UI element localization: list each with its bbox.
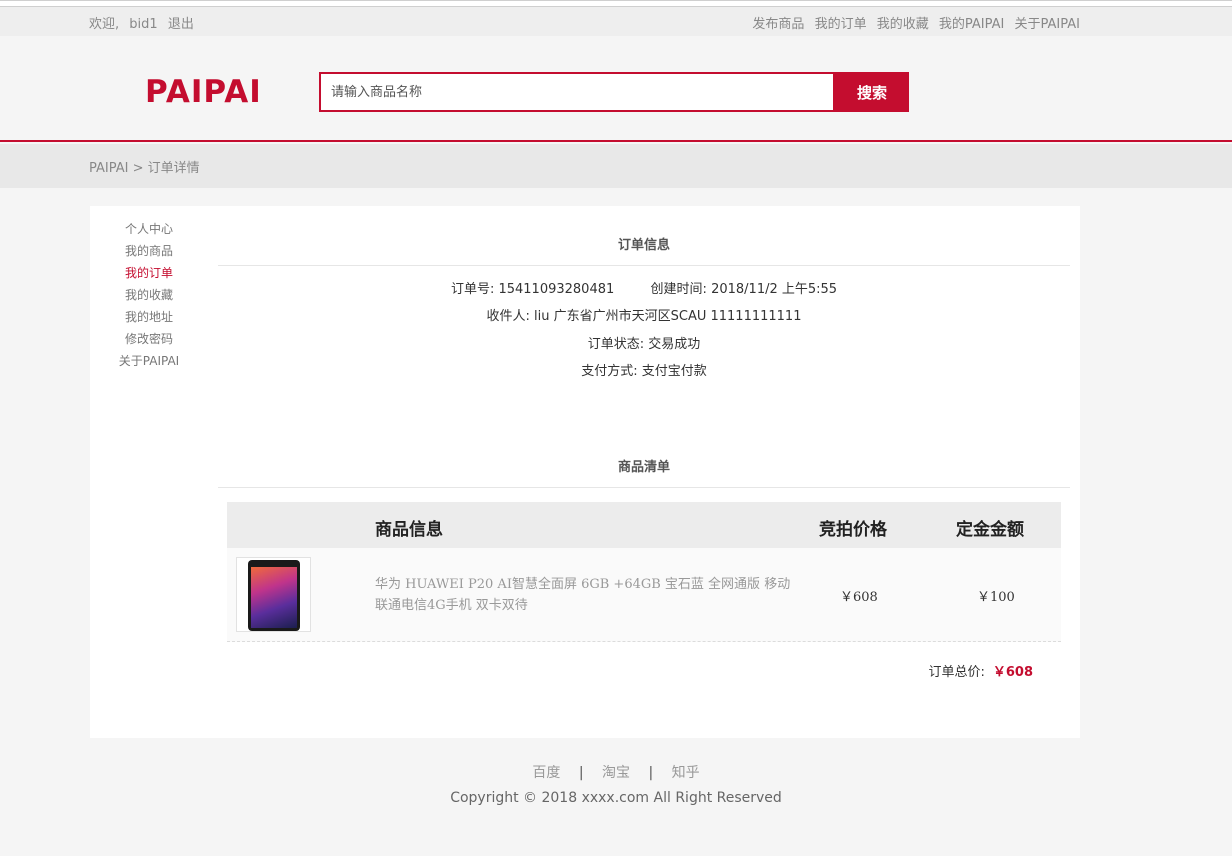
goods-table: 商品信息 竞拍价格 定金金额 华为 HUAWEI P20 AI智慧全面屏 6GB… — [227, 502, 1061, 642]
footer-links: 百度 | 淘宝 | 知乎 — [0, 762, 1232, 782]
sidenav-item-my-address[interactable]: 我的地址 — [90, 306, 208, 328]
username[interactable]: bid1 — [129, 17, 157, 32]
receiver-value: liu 广东省广州市天河区SCAU 11111111111 — [534, 309, 802, 324]
order-info-title: 订单信息 — [218, 234, 1070, 266]
receiver-label: 收件人: — [486, 309, 530, 324]
col-header-deposit: 定金金额 — [956, 520, 1024, 540]
goods-list-title: 商品清单 — [218, 456, 1070, 488]
side-nav: 个人中心 我的商品 我的订单 我的收藏 我的地址 修改密码 关于PAIPAI — [90, 218, 208, 372]
phone-icon — [248, 560, 300, 631]
sidenav-item-my-goods[interactable]: 我的商品 — [90, 240, 208, 262]
footer-separator: | — [578, 765, 584, 781]
order-number-label: 订单号: — [450, 282, 495, 297]
order-total-label: 订单总价: — [928, 665, 985, 680]
logout-link[interactable]: 退出 — [168, 17, 194, 32]
breadcrumb-bar: PAIPAI > 订单详情 — [0, 144, 1232, 188]
search-button[interactable]: 搜索 — [835, 72, 909, 112]
payment-method-label: 支付方式: — [581, 364, 638, 379]
top-link-my-favorites[interactable]: 我的收藏 — [877, 17, 929, 32]
payment-method-value: 支付宝付款 — [641, 364, 707, 379]
top-bar: 欢迎, bid1 退出 发布商品 我的订单 我的收藏 我的PAIPAI 关于PA… — [0, 7, 1232, 36]
top-link-publish[interactable]: 发布商品 — [752, 17, 804, 32]
product-bid-price: ￥608 — [840, 590, 878, 605]
col-header-bid-price: 竞拍价格 — [819, 520, 887, 540]
phone-product-image[interactable] — [236, 557, 311, 632]
order-number-line: 订单号: 15411093280481 创建时间: 2018/11/2 上午5:… — [218, 278, 1070, 297]
top-link-my-orders[interactable]: 我的订单 — [815, 17, 867, 32]
created-time-label: 创建时间: — [650, 282, 707, 297]
content-panel: 个人中心 我的商品 我的订单 我的收藏 我的地址 修改密码 关于PAIPAI 订… — [90, 206, 1080, 738]
order-status-line: 订单状态: 交易成功 — [218, 333, 1070, 352]
sidenav-item-change-password[interactable]: 修改密码 — [90, 328, 208, 350]
site-logo[interactable]: PAIPAI — [145, 74, 262, 110]
sidenav-item-my-orders[interactable]: 我的订单 — [90, 262, 208, 284]
product-name[interactable]: 华为 HUAWEI P20 AI智慧全面屏 6GB +64GB 宝石蓝 全网通版… — [375, 574, 795, 616]
footer-link-taobao[interactable]: 淘宝 — [602, 765, 630, 781]
sidenav-item-my-favorites[interactable]: 我的收藏 — [90, 284, 208, 306]
product-deposit: ￥100 — [977, 590, 1015, 605]
footer-link-zhihu[interactable]: 知乎 — [672, 765, 700, 781]
order-total-value: ￥608 — [992, 665, 1033, 680]
top-nav: 发布商品 我的订单 我的收藏 我的PAIPAI 关于PAIPAI — [746, 13, 1080, 32]
goods-table-header: 商品信息 竞拍价格 定金金额 — [227, 502, 1061, 548]
search-box — [319, 72, 835, 112]
created-time-value: 2018/11/2 上午5:55 — [711, 282, 838, 297]
footer-separator: | — [648, 765, 654, 781]
order-status-value: 交易成功 — [648, 337, 701, 352]
payment-method-line: 支付方式: 支付宝付款 — [218, 360, 1070, 379]
copyright: Copyright © 2018 xxxx.com All Right Rese… — [450, 790, 782, 806]
sidenav-item-about[interactable]: 关于PAIPAI — [90, 350, 208, 372]
top-link-my-paipai[interactable]: 我的PAIPAI — [939, 17, 1004, 32]
breadcrumb: PAIPAI > 订单详情 — [89, 161, 200, 176]
order-detail-main: 订单信息 订单号: 15411093280481 创建时间: 2018/11/2… — [218, 206, 1070, 738]
table-row: 华为 HUAWEI P20 AI智慧全面屏 6GB +64GB 宝石蓝 全网通版… — [227, 548, 1061, 642]
order-status-label: 订单状态: — [587, 337, 645, 352]
top-border-strip — [0, 0, 1232, 7]
welcome-text: 欢迎, — [89, 17, 120, 32]
order-total: 订单总价: ￥608 — [928, 661, 1033, 680]
receiver-line: 收件人: liu 广东省广州市天河区SCAU 11111111111 — [218, 305, 1070, 324]
header: PAIPAI 搜索 — [0, 36, 1232, 142]
col-header-goods-info: 商品信息 — [375, 520, 443, 540]
sidenav-item-personal-center[interactable]: 个人中心 — [90, 218, 208, 240]
search-input[interactable] — [321, 74, 833, 110]
order-number-value: 15411093280481 — [498, 282, 615, 297]
footer-link-baidu[interactable]: 百度 — [532, 765, 560, 781]
welcome-area: 欢迎, bid1 退出 — [89, 13, 200, 32]
top-link-about[interactable]: 关于PAIPAI — [1015, 17, 1080, 32]
